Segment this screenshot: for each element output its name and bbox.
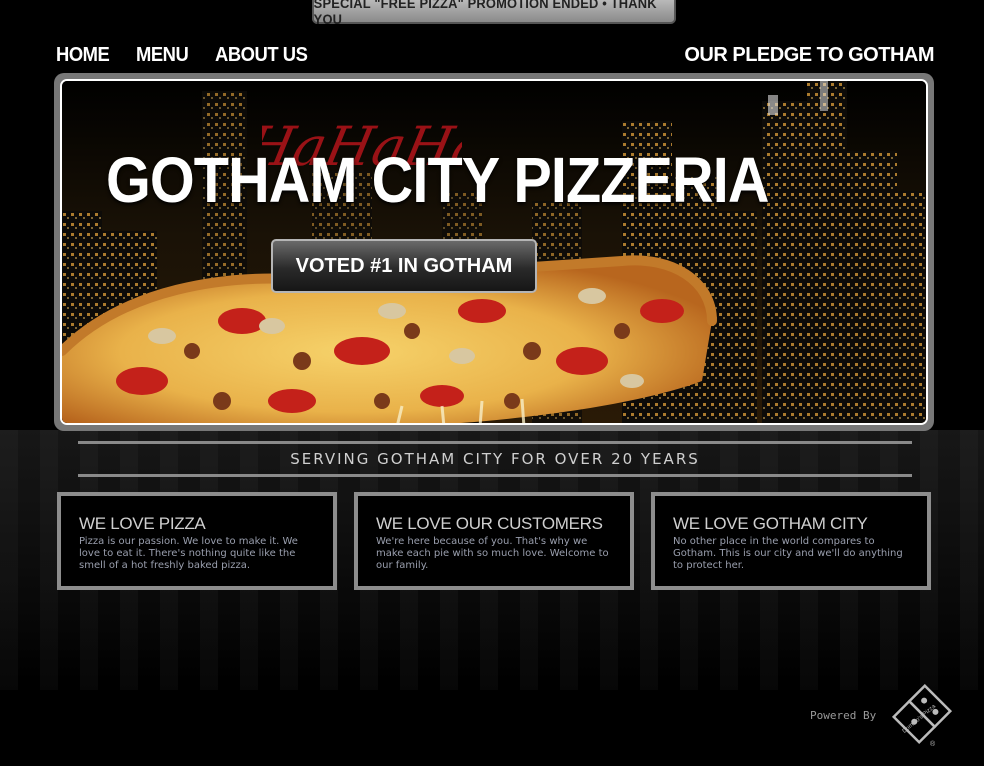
secondary-nav: OUR PLEDGE TO GOTHAM <box>684 44 934 67</box>
card-title: WE LOVE GOTHAM CITY <box>673 514 868 533</box>
nav-menu-link[interactable]: MENU <box>136 44 189 67</box>
card-love-gotham: WE LOVE GOTHAM CITY No other place in th… <box>651 492 931 590</box>
dominos-logo-icon[interactable]: Domino's Pizza ® <box>890 684 954 748</box>
tagline-text: SERVING GOTHAM CITY FOR OVER 20 YEARS <box>290 450 700 468</box>
nav-about-link[interactable]: ABOUT US <box>215 44 308 67</box>
tagline-bar: SERVING GOTHAM CITY FOR OVER 20 YEARS <box>78 441 912 477</box>
card-body: No other place in the world compares to … <box>673 536 903 571</box>
card-love-pizza: WE LOVE PIZZA Pizza is our passion. We l… <box>57 492 337 590</box>
promotion-banner-text: SPECIAL "FREE PIZZA" PROMOTION ENDED • T… <box>313 0 657 27</box>
card-body: We're here because of you. That's why we… <box>376 536 609 571</box>
card-body: Pizza is our passion. We love to make it… <box>79 536 298 571</box>
main-nav: HOME MENU ABOUT US <box>56 44 315 67</box>
hero-banner: HaHaHa GOTHAM CITY PIZZERIA VOTED #1 IN … <box>60 79 928 425</box>
hero-title: GOTHAM CITY PIZZERIA <box>106 144 769 216</box>
svg-text:®: ® <box>930 740 936 748</box>
powered-by-label: Powered By <box>810 709 877 722</box>
nav-home-link[interactable]: HOME <box>56 44 110 67</box>
card-title: WE LOVE OUR CUSTOMERS <box>376 514 603 533</box>
nav-pledge-link[interactable]: OUR PLEDGE TO GOTHAM <box>684 44 934 66</box>
card-love-customers: WE LOVE OUR CUSTOMERS We're here because… <box>354 492 634 590</box>
promotion-banner: SPECIAL "FREE PIZZA" PROMOTION ENDED • T… <box>311 0 677 27</box>
voted-number-one-button[interactable]: VOTED #1 IN GOTHAM <box>271 239 537 293</box>
card-title: WE LOVE PIZZA <box>79 514 206 533</box>
